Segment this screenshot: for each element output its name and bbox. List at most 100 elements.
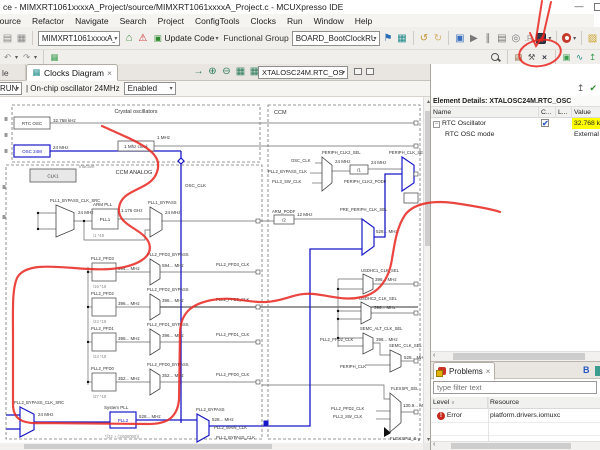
menu-source[interactable]: Source — [0, 16, 21, 26]
table-row[interactable]: RTC OSC mode External cr... — [431, 129, 600, 140]
pll2-pfd0-block[interactable] — [92, 373, 116, 391]
scroll-left-icon[interactable]: ‹ — [433, 441, 435, 448]
menu-clocks[interactable]: Clocks — [250, 16, 276, 26]
close-tool-icon[interactable]: × — [540, 51, 549, 64]
close-icon[interactable]: × — [486, 367, 491, 376]
pins-icon[interactable]: ↥ — [588, 51, 597, 64]
misc-block[interactable] — [404, 193, 418, 203]
suspend-icon[interactable]: ∥ — [482, 32, 493, 45]
maximize-button[interactable] — [594, 3, 600, 11]
col-resource[interactable]: Resource — [488, 397, 600, 409]
pll2-bypass-clk-src-mux[interactable] — [20, 407, 34, 437]
semc-alt-clk-sel-mux[interactable] — [363, 333, 373, 354]
undo-icon[interactable]: ↺ — [418, 32, 429, 45]
problems-horizontal-scrollbar[interactable]: ‹ — [431, 441, 600, 450]
update-alert-icon[interactable]: ⚠ — [137, 32, 148, 45]
forward-icon[interactable]: ↷ — [22, 51, 31, 64]
checkbox-checked-icon[interactable]: ✔ — [541, 119, 549, 127]
problems-filter-input[interactable] — [433, 381, 597, 394]
key-icon[interactable] — [562, 33, 571, 43]
copy-registers-icon[interactable]: ▤ — [514, 51, 523, 64]
pll2-pfd2-block[interactable] — [92, 298, 116, 316]
peripherals-icon[interactable]: ▣ — [562, 51, 571, 64]
pll2-pfd1-block[interactable] — [92, 333, 116, 351]
tools-icon[interactable]: ⚒ — [527, 51, 536, 64]
table-row[interactable]: −RTC Oscillator ✔ 32.768 kHz — [431, 118, 600, 129]
redo-icon[interactable]: ↻ — [432, 32, 443, 45]
usdhc1-clk-sel-mux[interactable] — [363, 274, 373, 294]
chevron-down-icon[interactable]: ▾ — [34, 54, 37, 61]
new-config-icon[interactable]: ▦ — [50, 51, 59, 64]
chevron-down-icon[interactable]: ▾ — [15, 54, 18, 61]
registers-tool-icon[interactable]: .R — [524, 32, 533, 45]
project-combo[interactable]: MIMXRT1061xxxxA_Project ▾ — [38, 31, 121, 46]
col-level[interactable]: Level ∨ — [431, 397, 488, 409]
tab-problems[interactable]: Problems × — [433, 362, 495, 380]
palette-icon[interactable]: ▨ — [587, 32, 598, 45]
save-all-icon[interactable]: ▦ — [16, 32, 27, 45]
apply-check-icon[interactable]: ✔ — [589, 83, 597, 94]
table-row[interactable]: ! Error platform.drivers.iomuxc — [431, 409, 600, 422]
zoom-out-icon[interactable]: ⊖ — [221, 65, 232, 78]
minimize-button[interactable]: — — [572, 0, 586, 12]
functional-group-combo[interactable]: BOARD_BootClockRUN ▾ — [292, 31, 380, 46]
maximize-view-icon[interactable] — [366, 68, 374, 75]
pll2-pfd2-bypass-mux[interactable] — [150, 294, 160, 320]
pll2-pfd3-bypass-mux[interactable] — [150, 259, 160, 285]
debug-icon[interactable]: ▣ — [454, 32, 465, 45]
periph-clk-sel-mux[interactable] — [402, 157, 414, 191]
home-icon[interactable]: ⌂ — [123, 32, 134, 45]
menu-window[interactable]: Window — [314, 16, 344, 26]
col-value[interactable]: Value — [572, 107, 600, 118]
col-name[interactable]: Name — [431, 107, 539, 118]
run-icon[interactable]: ▶ — [468, 32, 479, 45]
save-icon[interactable]: ▤ — [2, 32, 13, 45]
clocks-view-icon[interactable]: ∿ — [575, 51, 584, 64]
menu-configtools[interactable]: ConfigTools — [195, 16, 239, 26]
pll1-bypass-mux[interactable] — [150, 207, 162, 237]
chevron-down-icon[interactable]: ▾ — [548, 35, 551, 42]
scroll-left-icon[interactable]: ‹ — [433, 352, 435, 359]
value-cell[interactable]: 32.768 kHz — [572, 118, 600, 129]
minimize-view-icon[interactable] — [354, 68, 362, 75]
scrollbar-thumb[interactable] — [451, 443, 571, 449]
menu-run[interactable]: Run — [287, 16, 303, 26]
clocks-tool-icon[interactable] — [536, 33, 546, 44]
osc-enabled-combo[interactable]: Enabled ▾ — [124, 82, 176, 95]
memory-icon[interactable]: ▤ — [496, 32, 507, 45]
pll2-pfd0-bypass-mux[interactable] — [150, 369, 160, 395]
tab-clocks-table[interactable]: le — [0, 64, 26, 81]
pre-periph-clk-sel-mux[interactable] — [362, 219, 374, 255]
flexspi-sel-mux[interactable] — [390, 393, 401, 432]
pll2-pfd3-block[interactable] — [92, 263, 116, 281]
element-select-combo[interactable]: XTALOSC24M.RTC_OSC ▾ — [258, 66, 348, 79]
pll1-bypass-clk-src-mux[interactable] — [56, 205, 74, 237]
profile-icon[interactable]: ◎ — [510, 32, 521, 45]
console-b-icon[interactable]: B — [583, 365, 590, 375]
pll2-bypass-mux[interactable] — [197, 414, 209, 442]
clipped-toolbar-icon[interactable] — [595, 366, 600, 376]
back-icon[interactable]: ↶ — [3, 51, 12, 64]
goto-icon[interactable]: → — [193, 65, 204, 78]
search-icon[interactable] — [490, 52, 501, 63]
clocks-diagram-canvas[interactable]: Crystal oscillatorsCCM ANALOGCCMRTC OSCO… — [0, 97, 423, 443]
col-lock[interactable]: L... — [556, 107, 572, 118]
close-icon[interactable]: × — [107, 68, 112, 78]
scrollbar-thumb[interactable] — [453, 353, 585, 360]
periph-clk2-sel-mux[interactable] — [322, 157, 332, 191]
menu-search[interactable]: Search — [120, 16, 147, 26]
usdhc2-clk-sel-mux[interactable] — [361, 302, 371, 324]
pll2-pfd1-bypass-mux[interactable] — [150, 329, 160, 355]
details-horizontal-scrollbar[interactable]: ‹ — [431, 351, 600, 361]
zoom-in-icon[interactable]: ⊕ — [207, 65, 218, 78]
diagram-horizontal-scrollbar[interactable] — [0, 443, 423, 450]
menu-navigate[interactable]: Navigate — [75, 16, 109, 26]
menu-refactor[interactable]: Refactor — [32, 16, 64, 26]
configure-cell[interactable]: ✔ — [539, 118, 556, 129]
run-mode-combo[interactable]: RUN ▾ — [0, 82, 22, 95]
collapse-all-icon[interactable]: ↥ — [577, 83, 585, 94]
col-configure[interactable]: C... — [539, 107, 556, 118]
expander-icon[interactable]: − — [433, 121, 440, 128]
update-code-button[interactable]: ▣ Update Code ▾ — [151, 30, 220, 47]
scrollbar-thumb[interactable] — [24, 444, 272, 449]
